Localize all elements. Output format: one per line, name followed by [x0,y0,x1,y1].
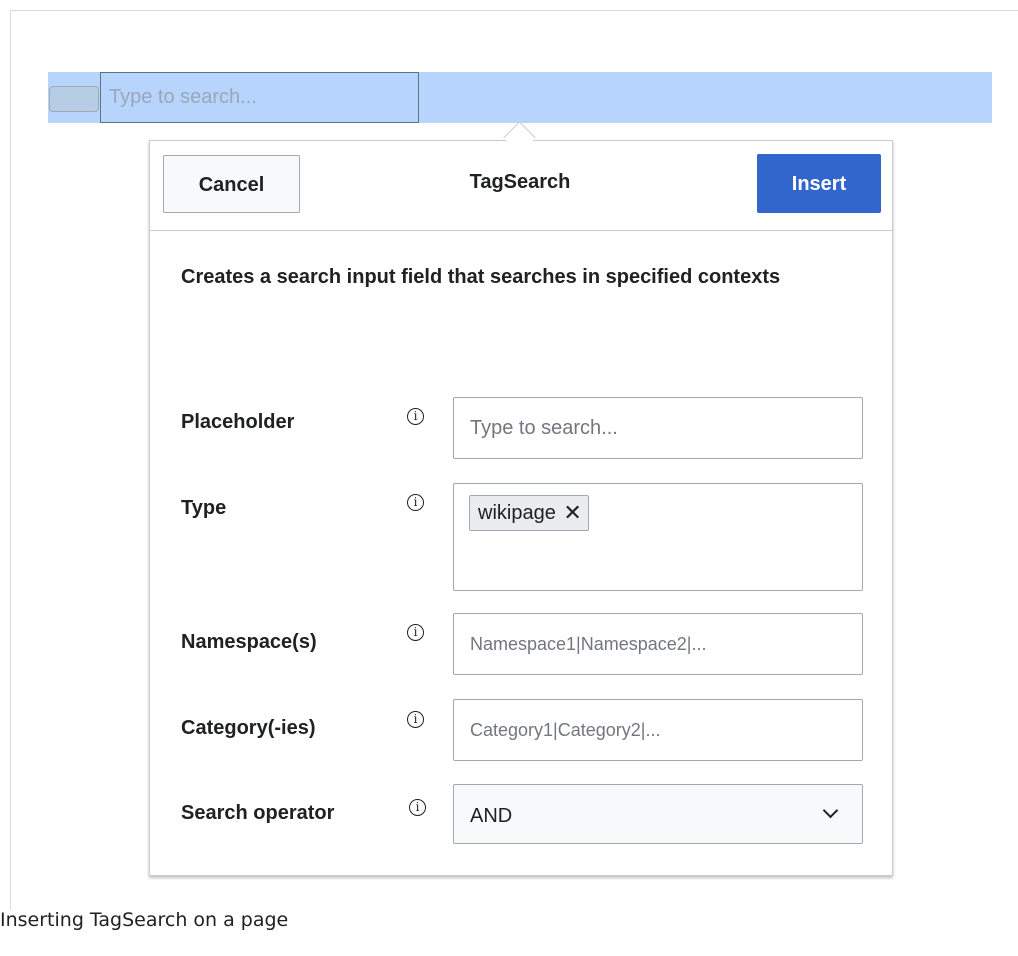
namespaces-label: Namespace(s) [181,631,317,653]
dialog-title: TagSearch [469,171,571,193]
tag-chip-label: wikipage [478,502,556,524]
tagsearch-dialog: Cancel TagSearch Insert Creates a search… [149,140,893,876]
placeholder-label: Placeholder [181,411,295,433]
page-top-border [10,10,1018,11]
operator-selected-value: AND [470,805,513,827]
categories-label: Category(-ies) [181,717,316,739]
dialog-header: Cancel TagSearch Insert [150,141,892,231]
tag-remove-icon[interactable]: ✕ [563,496,581,530]
categories-info-icon[interactable]: i [407,711,424,728]
tag-chip-wikipage: wikipage ✕ [469,495,589,531]
cancel-button[interactable]: Cancel [163,155,300,213]
categories-input[interactable] [453,699,863,761]
page-left-border [10,10,11,910]
type-label: Type [181,497,227,519]
preview-search-input: Type to search... [100,72,419,123]
namespaces-info-icon[interactable]: i [407,624,424,641]
operator-select[interactable]: AND [453,784,863,844]
placeholder-input[interactable] [453,397,863,459]
insert-button[interactable]: Insert [757,154,881,213]
type-info-icon[interactable]: i [407,494,424,511]
operator-label: Search operator [181,802,335,824]
figure-caption: Inserting TagSearch on a page [0,909,289,931]
chevron-down-icon [822,802,839,819]
namespaces-input[interactable] [453,613,863,675]
operator-info-icon[interactable]: i [409,799,426,816]
preview-search-button [49,86,99,112]
dialog-description: Creates a search input field that search… [181,266,781,288]
type-tag-input[interactable]: wikipage ✕ [453,483,863,591]
placeholder-info-icon[interactable]: i [407,408,424,425]
